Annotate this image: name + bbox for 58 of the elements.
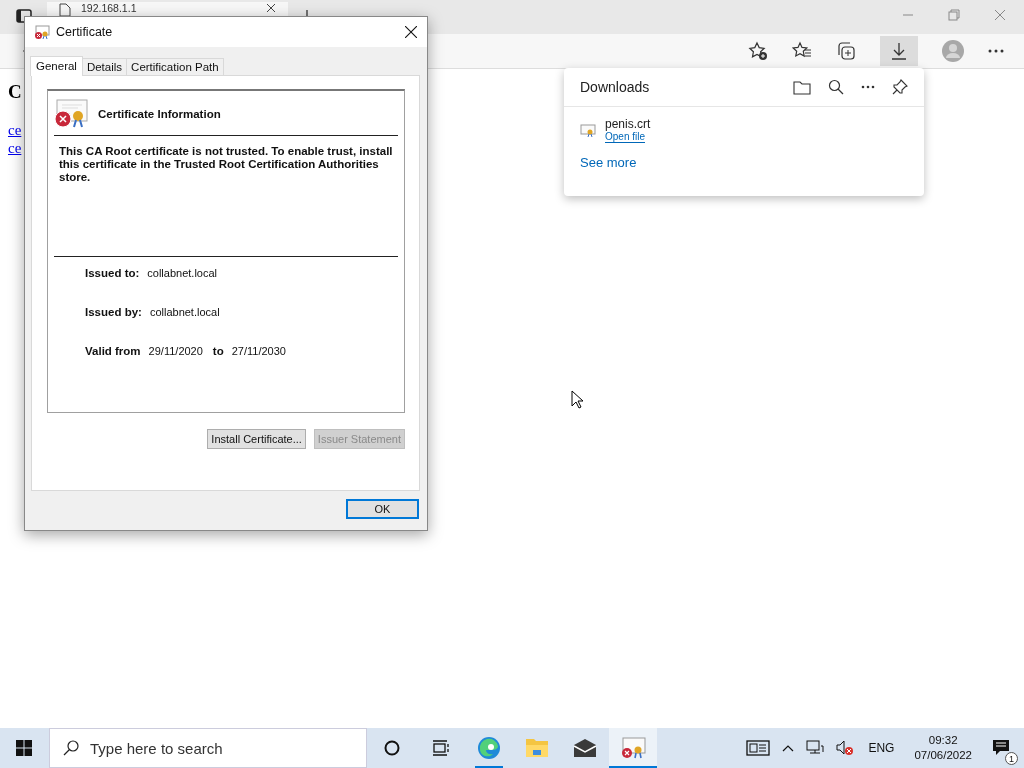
browser-app-icon: [477, 736, 501, 760]
language-indicator[interactable]: ENG: [868, 741, 895, 755]
notifications-icon[interactable]: [992, 739, 1010, 757]
close-icon[interactable]: [266, 3, 276, 13]
mouse-cursor-icon: [571, 390, 583, 409]
page-link[interactable]: ce: [8, 139, 22, 157]
file-name: penis.crt: [605, 117, 651, 131]
dialog-button[interactable]: Install Certificate...: [207, 429, 306, 449]
tab-actions-icon[interactable]: [16, 8, 32, 24]
download-icon: [890, 42, 908, 60]
downloads-button[interactable]: [880, 36, 918, 66]
trust-message: This CA Root certificate is not trusted. To enable trust, install this certificate in the Trusted Root Certification Authorities store.: [54, 136, 398, 257]
page-link[interactable]: ce: [8, 121, 22, 139]
field-label: to: [212, 345, 224, 357]
mail-app-icon: [573, 738, 597, 758]
cortana-icon[interactable]: [384, 740, 400, 756]
field-label: Valid from: [85, 345, 141, 357]
search-icon[interactable]: [828, 79, 844, 95]
taskbar-app[interactable]: [609, 728, 657, 768]
clock-time[interactable]: 09:32: [928, 733, 958, 748]
field-value: 29/11/2020: [148, 345, 203, 357]
clock-date[interactable]: 07/06/2022: [914, 748, 972, 763]
network-icon[interactable]: [806, 740, 825, 756]
notification-count: 1: [1005, 752, 1018, 765]
close-icon[interactable]: [405, 26, 417, 38]
certificate-icon: [34, 24, 50, 40]
info-title: Certificate Information: [98, 108, 221, 120]
chevron-up-icon[interactable]: [782, 744, 795, 752]
field-value: 27/11/2030: [231, 345, 286, 357]
certificate-app-icon: [620, 737, 646, 759]
certificate-file-icon: [580, 123, 596, 137]
collections-icon[interactable]: [836, 41, 856, 61]
pin-icon[interactable]: [892, 79, 908, 95]
dialog-tab[interactable]: Certification Path: [126, 58, 224, 75]
folder-icon[interactable]: [793, 79, 811, 95]
taskbar-search-field[interactable]: Type here to search: [49, 728, 367, 768]
certificate-error-icon: [54, 99, 88, 129]
dialog-title: Certificate: [56, 25, 113, 39]
open-file-link[interactable]: Open file: [605, 131, 646, 143]
field-label: Issued to:: [85, 267, 140, 279]
page-heading: C: [8, 81, 22, 103]
page-icon: [59, 3, 71, 17]
add-favorite-icon[interactable]: [748, 41, 768, 61]
news-widget-icon[interactable]: [746, 740, 771, 756]
field-value: collabnet.local: [149, 306, 220, 318]
dialog-tab[interactable]: General: [30, 56, 83, 76]
windows-start-icon[interactable]: [16, 740, 32, 756]
see-more-link[interactable]: See more: [564, 143, 653, 170]
panel-title: Downloads: [580, 79, 650, 95]
more-icon[interactable]: [988, 49, 1004, 53]
ok-button[interactable]: OK: [346, 499, 419, 519]
task-view-icon[interactable]: [432, 740, 450, 756]
tab-title: 192.168.1.1: [81, 3, 138, 14]
folder-app-icon: [525, 737, 549, 759]
field-value: collabnet.local: [147, 267, 218, 279]
speaker-muted-icon[interactable]: [836, 740, 855, 756]
field-label: Issued by:: [85, 306, 142, 318]
more-icon[interactable]: [861, 85, 875, 89]
